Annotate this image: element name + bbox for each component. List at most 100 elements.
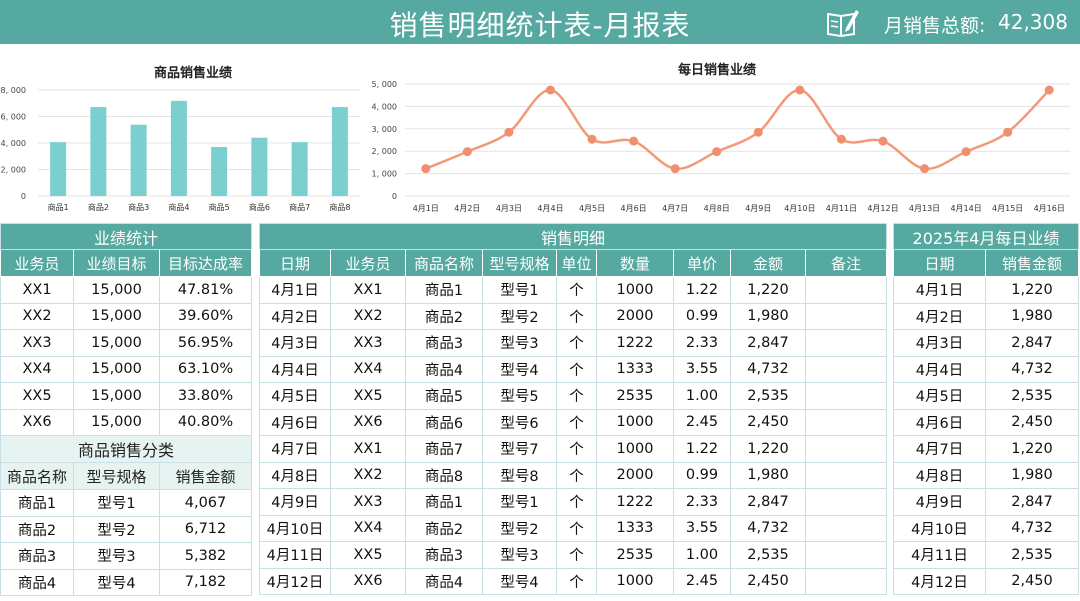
table-cell[interactable]: 2.45	[673, 567, 731, 595]
table-cell[interactable]: 个	[556, 302, 597, 330]
table-cell[interactable]: 4月3日	[893, 329, 986, 357]
table-cell[interactable]: 47.81%	[159, 276, 252, 304]
table-cell[interactable]: XX6	[330, 408, 406, 436]
table-cell[interactable]: 2,450	[985, 567, 1079, 595]
table-cell[interactable]: XX5	[330, 382, 406, 410]
table-cell[interactable]: 2,847	[730, 329, 806, 357]
table-cell[interactable]	[804, 355, 888, 383]
table-cell[interactable]	[804, 302, 888, 330]
table-cell[interactable]	[804, 541, 888, 569]
table-cell[interactable]: XX5	[330, 541, 406, 569]
table-cell[interactable]	[804, 276, 888, 304]
table-cell[interactable]: 1.00	[673, 541, 731, 569]
table-cell[interactable]	[804, 435, 888, 463]
table-cell[interactable]: 63.10%	[159, 355, 252, 383]
table-cell[interactable]: 4月10日	[259, 514, 331, 542]
table-cell[interactable]: 4月4日	[259, 355, 331, 383]
table-cell[interactable]: 商品1	[405, 488, 483, 516]
table-cell[interactable]: 1000	[596, 408, 674, 436]
table-cell[interactable]: 56.95%	[159, 329, 252, 357]
table-cell[interactable]: 个	[556, 567, 597, 595]
table-cell[interactable]: 7,182	[159, 568, 252, 596]
table-cell[interactable]: 1,220	[730, 276, 806, 304]
table-cell[interactable]	[804, 382, 888, 410]
table-cell[interactable]: 商品3	[0, 542, 74, 570]
table-cell[interactable]: 4月9日	[259, 488, 331, 516]
table-cell[interactable]: 2000	[596, 461, 674, 489]
table-cell[interactable]: 4月8日	[259, 461, 331, 489]
table-cell[interactable]: 0.99	[673, 461, 731, 489]
table-cell[interactable]: 1222	[596, 329, 674, 357]
table-cell[interactable]: 2.45	[673, 408, 731, 436]
table-cell[interactable]: XX2	[330, 461, 406, 489]
table-cell[interactable]: XX2	[0, 302, 74, 330]
table-cell[interactable]: 型号8	[482, 461, 557, 489]
table-cell[interactable]: XX4	[0, 355, 74, 383]
table-cell[interactable]: 15,000	[73, 276, 160, 304]
table-cell[interactable]: 0.99	[673, 302, 731, 330]
table-cell[interactable]: XX3	[0, 329, 74, 357]
table-cell[interactable]: 4月11日	[893, 541, 986, 569]
table-cell[interactable]: 商品2	[405, 514, 483, 542]
table-cell[interactable]: 4月5日	[259, 382, 331, 410]
table-cell[interactable]: 1000	[596, 276, 674, 304]
table-cell[interactable]: XX6	[330, 567, 406, 595]
table-cell[interactable]: 商品1	[405, 276, 483, 304]
table-cell[interactable]: 型号7	[482, 435, 557, 463]
table-cell[interactable]: 个	[556, 408, 597, 436]
table-cell[interactable]: 40.80%	[159, 408, 252, 436]
table-cell[interactable]: 型号3	[482, 541, 557, 569]
table-cell[interactable]: 15,000	[73, 382, 160, 410]
table-cell[interactable]: 15,000	[73, 329, 160, 357]
table-cell[interactable]: 1333	[596, 514, 674, 542]
table-cell[interactable]: XX1	[330, 435, 406, 463]
table-cell[interactable]: 1,220	[730, 435, 806, 463]
table-cell[interactable]: 2535	[596, 541, 674, 569]
table-cell[interactable]: 2,535	[730, 382, 806, 410]
table-cell[interactable]	[804, 408, 888, 436]
table-cell[interactable]: 型号1	[482, 276, 557, 304]
table-cell[interactable]: 4,732	[730, 514, 806, 542]
table-cell[interactable]: 型号3	[73, 542, 160, 570]
table-cell[interactable]: 商品4	[405, 567, 483, 595]
table-cell[interactable]: 个	[556, 382, 597, 410]
table-cell[interactable]: 1,980	[730, 302, 806, 330]
table-cell[interactable]: 2.33	[673, 329, 731, 357]
table-cell[interactable]: 15,000	[73, 408, 160, 436]
table-cell[interactable]: 4月8日	[893, 461, 986, 489]
table-cell[interactable]: 1.22	[673, 435, 731, 463]
table-cell[interactable]: 4月2日	[259, 302, 331, 330]
table-cell[interactable]: 2,847	[730, 488, 806, 516]
table-cell[interactable]: 2,847	[985, 329, 1079, 357]
table-cell[interactable]: 2,450	[730, 408, 806, 436]
table-cell[interactable]: 4月6日	[259, 408, 331, 436]
table-cell[interactable]: 39.60%	[159, 302, 252, 330]
table-cell[interactable]: 2000	[596, 302, 674, 330]
table-cell[interactable]: 3.55	[673, 355, 731, 383]
table-cell[interactable]: 商品4	[405, 355, 483, 383]
table-cell[interactable]: 型号2	[482, 514, 557, 542]
table-cell[interactable]: 个	[556, 488, 597, 516]
table-cell[interactable]: 15,000	[73, 302, 160, 330]
table-cell[interactable]	[804, 488, 888, 516]
table-cell[interactable]	[804, 329, 888, 357]
table-cell[interactable]: XX1	[0, 276, 74, 304]
table-cell[interactable]: XX4	[330, 514, 406, 542]
table-cell[interactable]: 1000	[596, 435, 674, 463]
table-cell[interactable]: 1,980	[985, 461, 1079, 489]
table-cell[interactable]: 1,220	[985, 435, 1079, 463]
table-cell[interactable]: 1,220	[985, 276, 1079, 304]
table-cell[interactable]: 4,732	[730, 355, 806, 383]
table-cell[interactable]: 1222	[596, 488, 674, 516]
table-cell[interactable]: 4月2日	[893, 302, 986, 330]
table-cell[interactable]: 个	[556, 514, 597, 542]
table-cell[interactable]: 型号2	[482, 302, 557, 330]
table-cell[interactable]: 型号5	[482, 382, 557, 410]
table-cell[interactable]: 商品3	[405, 541, 483, 569]
table-cell[interactable]: 型号6	[482, 408, 557, 436]
table-cell[interactable]: 4月4日	[893, 355, 986, 383]
table-cell[interactable]: XX5	[0, 382, 74, 410]
table-cell[interactable]	[804, 567, 888, 595]
table-cell[interactable]: 型号1	[73, 489, 160, 517]
table-cell[interactable]: 3.55	[673, 514, 731, 542]
